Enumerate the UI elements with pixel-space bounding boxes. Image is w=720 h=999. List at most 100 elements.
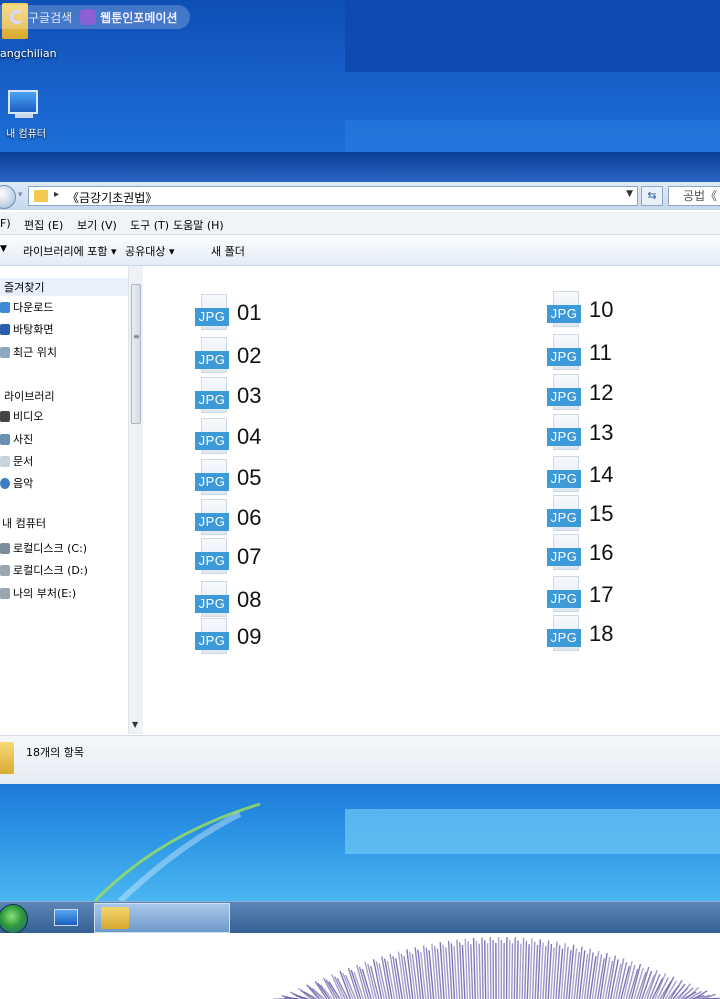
file-item[interactable]: JPG 06 [195, 499, 261, 537]
file-item[interactable]: JPG 13 [547, 414, 613, 452]
history-dropdown-icon[interactable]: ▾ [18, 190, 23, 200]
include-in-library-button[interactable]: 라이브러리에 포함 ▾ [23, 243, 116, 259]
start-button[interactable] [0, 904, 28, 934]
jpg-label: JPG [195, 595, 229, 613]
menu-view[interactable]: 보기 (V) [77, 217, 117, 233]
fur-stroke [531, 941, 536, 999]
nav-libraries[interactable]: 라이브러리 [0, 387, 55, 405]
file-item[interactable]: JPG 04 [195, 418, 261, 456]
file-name: 05 [237, 465, 262, 490]
nav-favorites[interactable]: 즐겨찾기 [0, 278, 128, 296]
webtoon-badge-icon [80, 9, 97, 25]
fur-stroke [511, 943, 514, 999]
computer-icon[interactable] [8, 90, 38, 114]
downloads-icon [0, 301, 10, 313]
title-bar[interactable] [0, 152, 720, 182]
nav-computer-label: 내 컴퓨터 [2, 517, 46, 530]
file-item[interactable]: JPG 02 [195, 337, 261, 375]
computer-label[interactable]: 내 컴퓨터 [6, 125, 46, 140]
jpg-label: JPG [195, 432, 229, 450]
file-item[interactable]: JPG 03 [195, 377, 261, 415]
jpg-label: JPG [195, 308, 229, 326]
desktop: 구글검색 웹툰인포메이션 angchilian 내 컴퓨터 [0, 0, 720, 152]
watermark-search-text: 구글검색 [28, 10, 73, 25]
file-item[interactable]: JPG 11 [547, 334, 612, 372]
nav-item-desktop[interactable]: 바탕화면 [0, 320, 53, 338]
documents-icon [0, 455, 10, 467]
nav-item-drive-c[interactable]: 로컬디스크 (C:) [0, 539, 87, 557]
jpg-label: JPG [547, 388, 581, 406]
taskbar [0, 901, 720, 934]
nav-item-label: 다운로드 [13, 301, 54, 314]
file-item[interactable]: JPG 05 [195, 459, 261, 497]
taskbar-explorer-button[interactable] [94, 903, 230, 933]
new-folder-button[interactable]: 새 폴더 [211, 243, 245, 259]
scroll-down-icon[interactable]: ▼ [132, 720, 138, 729]
file-item[interactable]: JPG 16 [547, 534, 613, 572]
fur-stroke [489, 937, 492, 999]
nav-item-label: 음악 [13, 477, 34, 490]
nav-item-music[interactable]: 음악 [0, 474, 33, 492]
file-item[interactable]: JPG 17 [547, 576, 613, 614]
nav-scrollbar[interactable]: ≡ ▼ [128, 266, 143, 734]
search-input[interactable]: 공법《 [668, 186, 720, 206]
nav-item-documents[interactable]: 문서 [0, 452, 33, 470]
folder-icon [34, 190, 48, 202]
jpg-label: JPG [195, 552, 229, 570]
jpg-label: JPG [547, 590, 581, 608]
nav-item-drive-e[interactable]: 나의 부처(E:) [0, 584, 76, 602]
computer-stand [15, 114, 33, 118]
scroll-thumb[interactable] [131, 284, 141, 424]
jpg-file-icon: JPG [195, 377, 231, 415]
nav-item-video[interactable]: 비디오 [0, 407, 43, 425]
file-name: 10 [589, 297, 614, 322]
file-item[interactable]: JPG 14 [547, 456, 613, 494]
taskbar-show-desktop[interactable] [42, 905, 88, 931]
jpg-label: JPG [547, 428, 581, 446]
file-item[interactable]: JPG 08 [195, 581, 261, 619]
jpg-file-icon: JPG [547, 414, 583, 452]
jpg-label: JPG [195, 473, 229, 491]
back-button[interactable] [0, 185, 16, 209]
refresh-button[interactable]: ⇆ [641, 186, 663, 206]
file-name: 15 [589, 501, 614, 526]
fur-stroke [417, 949, 424, 999]
file-item[interactable]: JPG 18 [547, 615, 613, 653]
address-bar[interactable]: ▸ 《금강기초권법》 ▼ [28, 186, 638, 206]
nav-item-downloads[interactable]: 다운로드 [0, 298, 53, 316]
fur-stroke [484, 940, 487, 999]
nav-item-drive-d[interactable]: 로컬디스크 (D:) [0, 561, 88, 579]
file-item[interactable]: JPG 01 [195, 294, 261, 332]
nav-item-label: 비디오 [13, 410, 44, 423]
file-item[interactable]: JPG 12 [547, 374, 613, 412]
organize-dropdown-icon[interactable]: ▼ [0, 244, 7, 254]
drive-icon [0, 564, 10, 576]
file-item[interactable]: JPG 09 [195, 618, 261, 656]
breadcrumb-arrow-icon[interactable]: ▸ [54, 189, 59, 200]
fur-stroke [508, 940, 511, 999]
file-item[interactable]: JPG 07 [195, 538, 261, 576]
file-name: 08 [237, 587, 262, 612]
jpg-file-icon: JPG [547, 495, 583, 533]
nav-item-pictures[interactable]: 사진 [0, 430, 33, 448]
file-item[interactable]: JPG 10 [547, 291, 613, 329]
address-path[interactable]: 《금강기초권법》 [67, 189, 157, 206]
address-dropdown-icon[interactable]: ▼ [626, 189, 633, 199]
share-with-button[interactable]: 공유대상 ▾ [125, 243, 175, 259]
nav-computer[interactable]: 내 컴퓨터 [0, 514, 46, 532]
menu-edit[interactable]: 편집 (E) [24, 217, 63, 233]
fur-stroke [478, 943, 482, 999]
menu-file[interactable]: F) [0, 217, 11, 230]
file-name: 11 [589, 340, 612, 365]
user-folder-label[interactable]: angchilian [0, 47, 57, 60]
monitor-icon [54, 909, 78, 926]
music-icon [0, 477, 10, 489]
file-item[interactable]: JPG 15 [547, 495, 613, 533]
menu-help[interactable]: 도움말 (H) [173, 217, 224, 233]
address-toolbar: ▾ ▸ 《금강기초권법》 ▼ ⇆ 공법《 [0, 182, 720, 210]
nav-item-recent[interactable]: 최근 위치 [0, 343, 57, 361]
jpg-file-icon: JPG [195, 294, 231, 332]
menu-tools[interactable]: 도구 (T) [130, 217, 169, 233]
desktop-panel [345, 0, 720, 72]
fur-stroke [464, 938, 469, 999]
